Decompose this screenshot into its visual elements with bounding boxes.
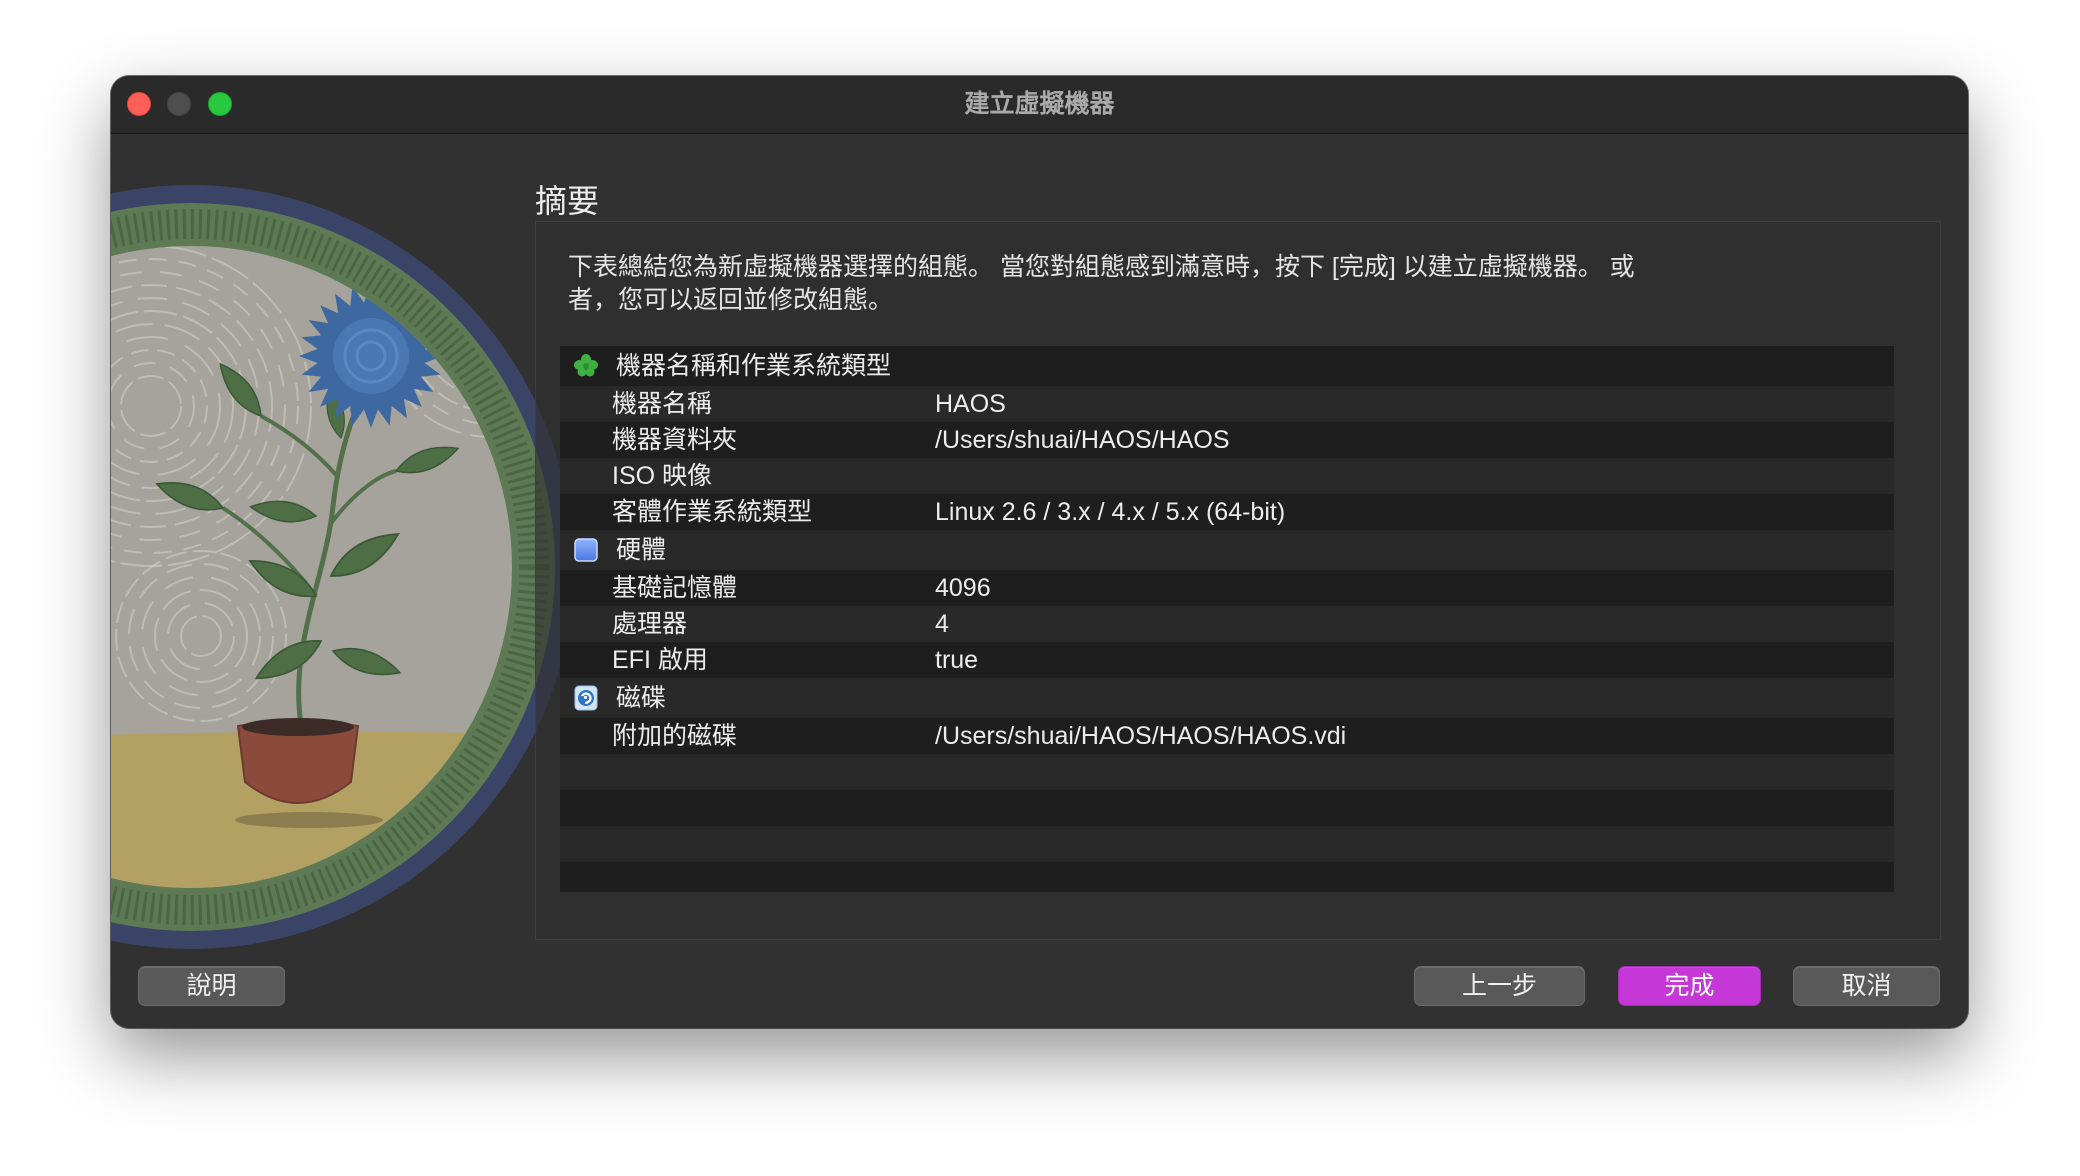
table-row[interactable]: 處理器 4: [560, 606, 1894, 642]
table-row[interactable]: EFI 啟用 true: [560, 642, 1894, 678]
empty-row: [560, 826, 1894, 862]
row-label: 機器名稱: [612, 390, 713, 418]
row-label: 處理器: [612, 610, 688, 638]
pot-soil: [242, 718, 354, 736]
row-value: /Users/shuai/HAOS/HAOS: [935, 426, 1230, 454]
row-value: /Users/shuai/HAOS/HAOS/HAOS.vdi: [935, 722, 1347, 750]
row-label: 客體作業系統類型: [612, 498, 813, 526]
empty-row: [560, 754, 1894, 790]
row-label: 機器資料夾: [612, 426, 738, 454]
summary-description: 下表總結您為新虛擬機器選擇的組態。 當您對組態感到滿意時，按下 [完成] 以建立…: [568, 251, 1635, 317]
cancel-button[interactable]: 取消: [1793, 966, 1940, 1006]
row-label: EFI 啟用: [612, 646, 708, 674]
table-row[interactable]: 基礎記憶體 4096: [560, 570, 1894, 606]
description-line: 者，您可以返回並修改組態。: [568, 286, 894, 314]
table-row[interactable]: 附加的磁碟 /Users/shuai/HAOS/HAOS/HAOS.vdi: [560, 718, 1894, 754]
disk-icon: [573, 685, 599, 711]
section-row-hardware[interactable]: 硬體: [560, 530, 1894, 570]
row-label: 基礎記憶體: [612, 574, 738, 602]
hardware-square-icon: [573, 537, 599, 563]
clover-icon: [573, 353, 599, 379]
back-button[interactable]: 上一步: [1414, 966, 1585, 1006]
description-line: 下表總結您為新虛擬機器選擇的組態。 當您對組態感到滿意時，按下 [完成] 以建立…: [568, 253, 1635, 281]
table-row[interactable]: ISO 映像: [560, 458, 1894, 494]
section-row-machine[interactable]: 機器名稱和作業系統類型: [560, 346, 1894, 386]
flower-pot-illustration: [111, 185, 573, 949]
section-title: 磁碟: [616, 684, 667, 712]
row-value: HAOS: [935, 390, 1006, 418]
help-button[interactable]: 說明: [138, 966, 285, 1006]
summary-table[interactable]: 機器名稱和作業系統類型 機器名稱 HAOS 機器資料夾 /Users/shuai…: [560, 346, 1894, 892]
section-title: 機器名稱和作業系統類型: [616, 352, 892, 380]
row-value: 4096: [935, 574, 991, 602]
page-title: 摘要: [535, 183, 600, 219]
section-title: 硬體: [616, 536, 667, 564]
title-bar: 建立虛擬機器: [111, 76, 1968, 134]
finish-button[interactable]: 完成: [1618, 966, 1761, 1006]
summary-panel: 下表總結您為新虛擬機器選擇的組態。 當您對組態感到滿意時，按下 [完成] 以建立…: [535, 221, 1941, 940]
row-value: 4: [935, 610, 949, 638]
create-vm-dialog: 建立虛擬機器 摘要 下表總結您為新虛擬機器選擇的組態。 當您對組態感到滿意時，按…: [111, 76, 1968, 1028]
table-row[interactable]: 客體作業系統類型 Linux 2.6 / 3.x / 4.x / 5.x (64…: [560, 494, 1894, 530]
table-row[interactable]: 機器資料夾 /Users/shuai/HAOS/HAOS: [560, 422, 1894, 458]
empty-row: [560, 862, 1894, 892]
row-value: Linux 2.6 / 3.x / 4.x / 5.x (64-bit): [935, 498, 1286, 526]
row-label: 附加的磁碟: [612, 722, 738, 750]
window-title: 建立虛擬機器: [964, 90, 1115, 118]
row-value: true: [935, 646, 979, 674]
empty-row: [560, 790, 1894, 826]
section-row-storage[interactable]: 磁碟: [560, 678, 1894, 718]
row-label: ISO 映像: [612, 462, 713, 490]
table-row[interactable]: 機器名稱 HAOS: [560, 386, 1894, 422]
pot-shadow: [235, 812, 383, 828]
